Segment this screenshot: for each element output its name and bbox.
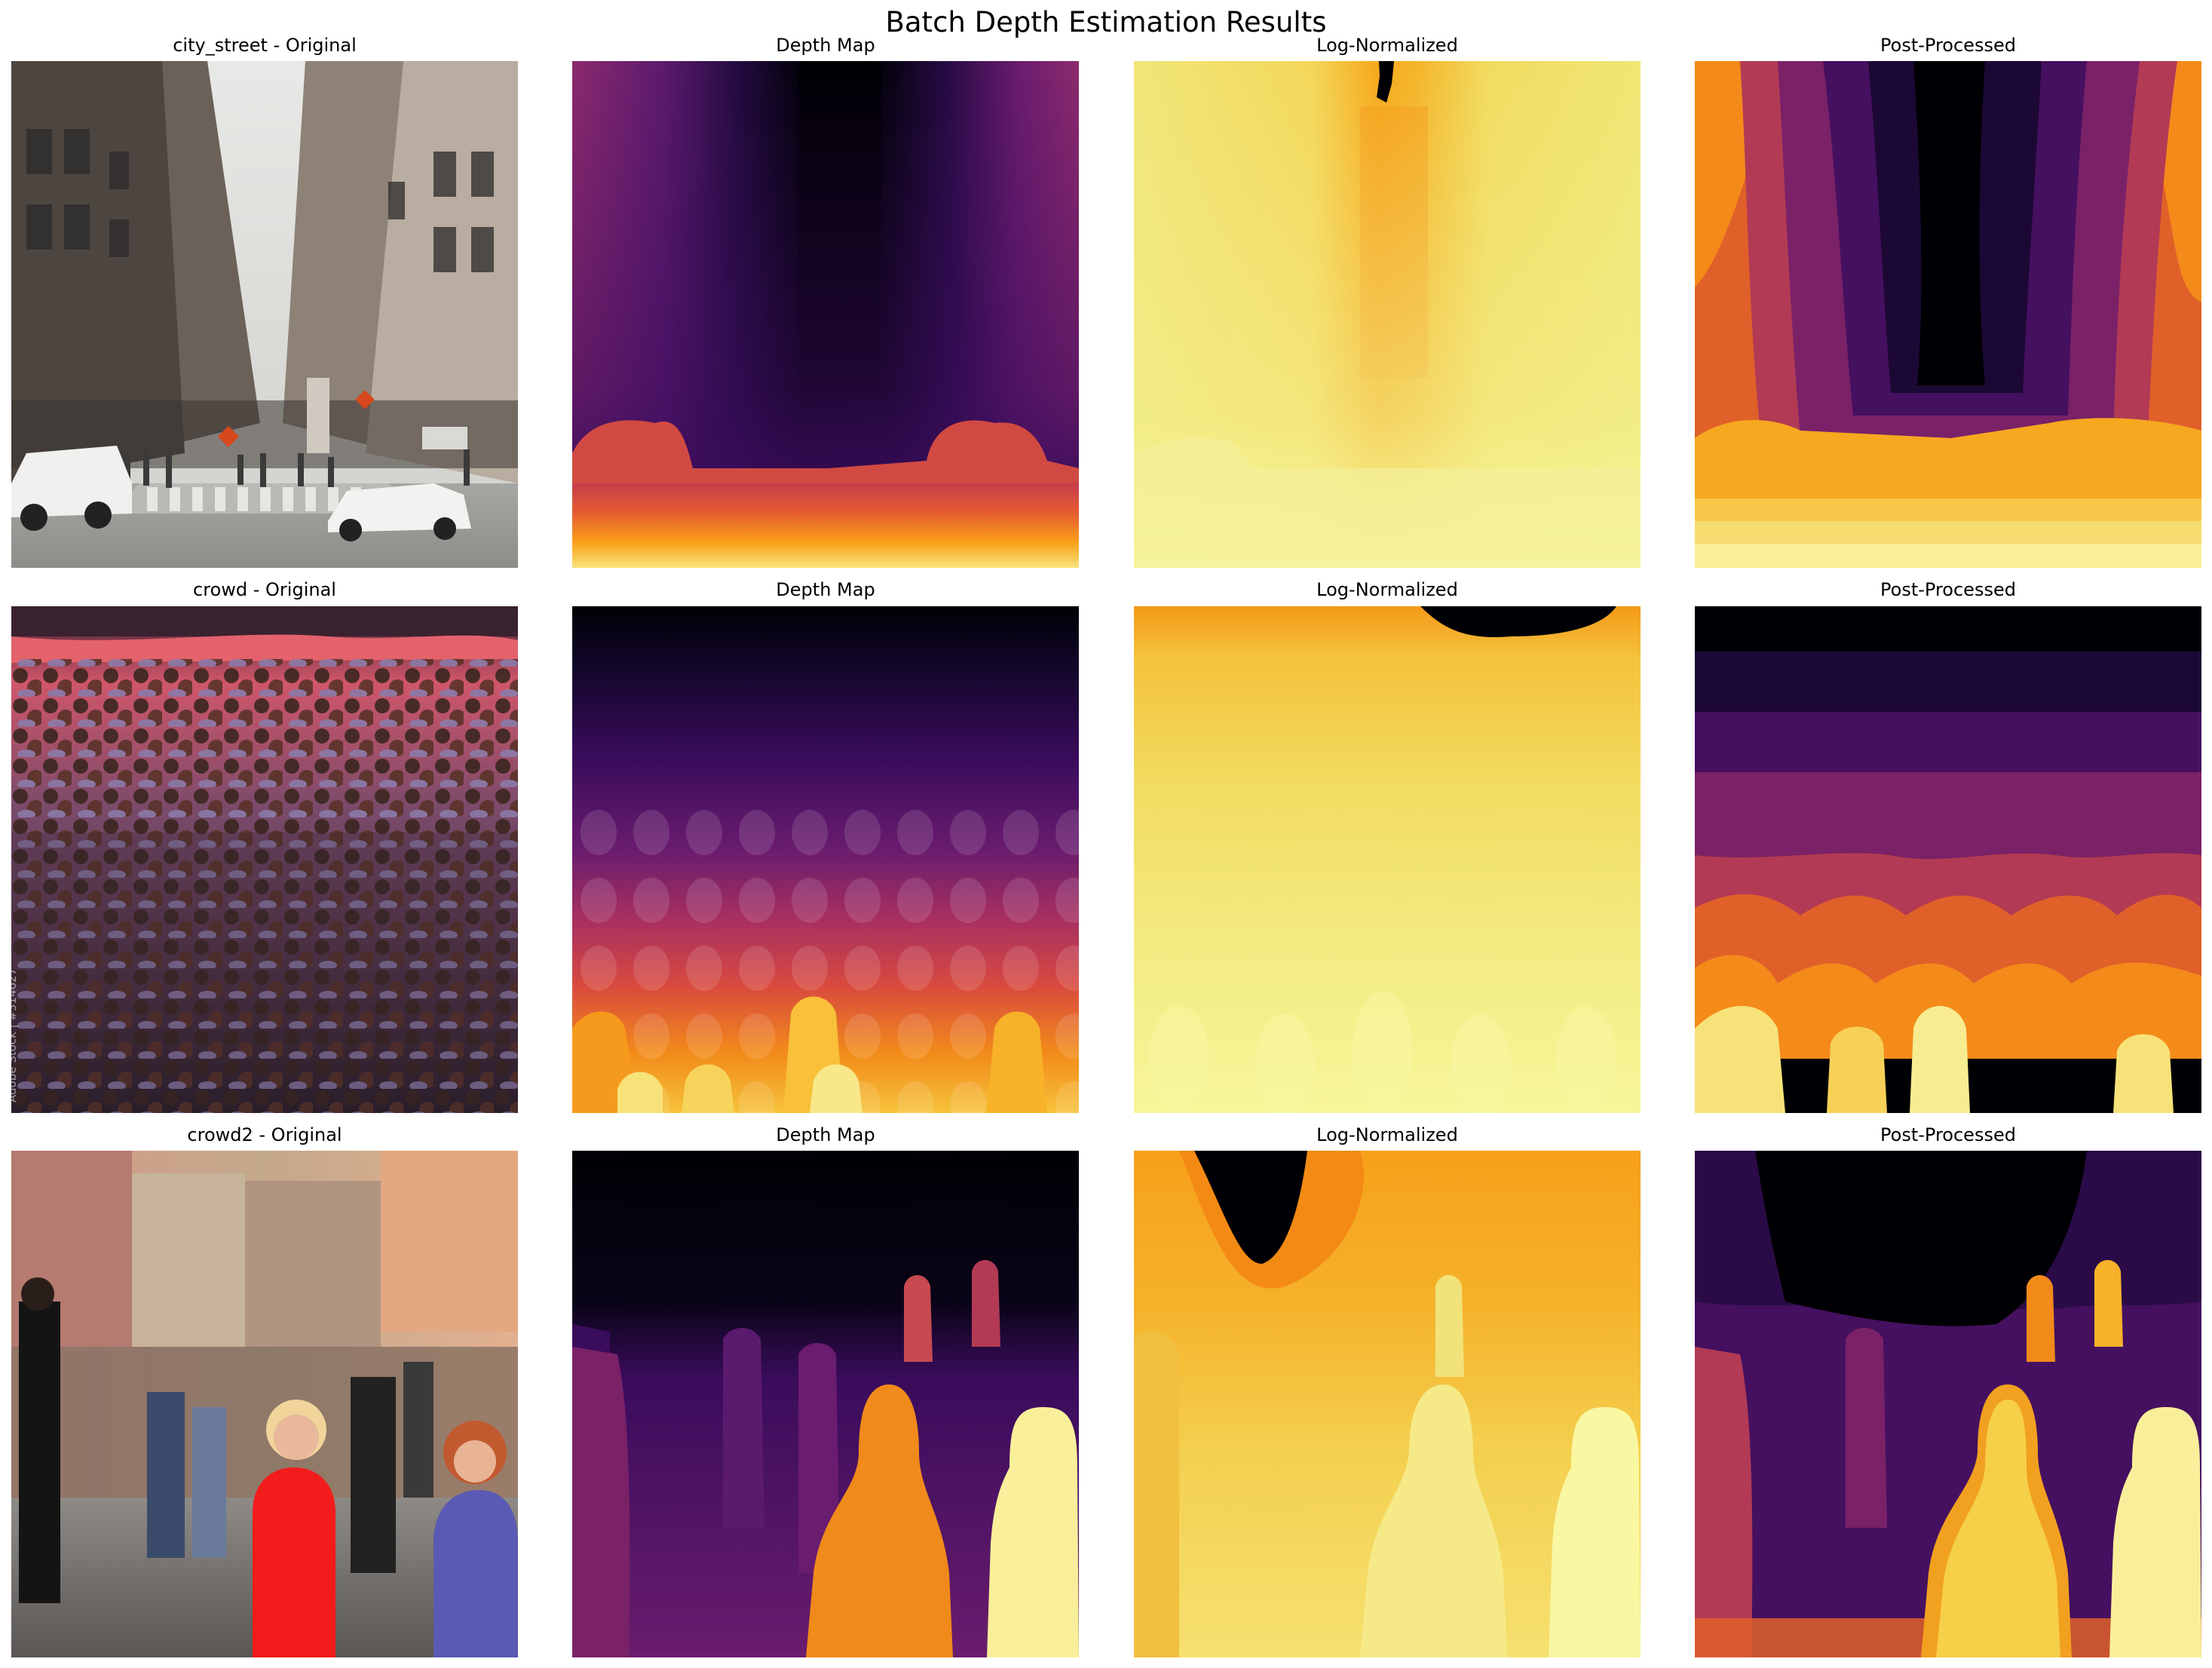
panel-title-crowd2-log: Log-Normalized — [1316, 1124, 1458, 1145]
stock-watermark: Adobe Stock | #314627 — [11, 967, 19, 1102]
crowd-log-normalized — [1134, 606, 1641, 1113]
panel-title-crowd2-original: crowd2 - Original — [187, 1124, 342, 1145]
city-street-original-image — [11, 61, 518, 568]
crowd-depth-map — [572, 606, 1079, 1113]
crowd2-original-image — [11, 1151, 518, 1657]
panel-title-city-original: city_street - Original — [173, 35, 357, 56]
panel-title-crowd-original: crowd - Original — [193, 579, 336, 600]
panel-title-crowd2-depth: Depth Map — [776, 1124, 875, 1145]
panel-title-crowd-post: Post-Processed — [1880, 579, 2016, 600]
crowd2-post-processed — [1695, 1151, 2201, 1657]
panel-title-crowd2-post: Post-Processed — [1880, 1124, 2016, 1145]
city-street-post-processed — [1695, 61, 2201, 568]
panel-title-city-log: Log-Normalized — [1316, 35, 1458, 56]
panel-title-crowd-depth: Depth Map — [776, 579, 875, 600]
crowd-post-processed — [1695, 606, 2201, 1113]
panel-title-city-depth: Depth Map — [776, 35, 875, 56]
city-street-depth-map — [572, 61, 1079, 568]
crowd2-depth-map — [572, 1151, 1079, 1657]
crowd2-log-normalized — [1134, 1151, 1641, 1657]
city-street-log-normalized — [1134, 61, 1641, 568]
panel-title-crowd-log: Log-Normalized — [1316, 579, 1458, 600]
panel-title-city-post: Post-Processed — [1880, 35, 2016, 56]
crowd-original-image: Adobe Stock | #314627 — [11, 606, 518, 1113]
